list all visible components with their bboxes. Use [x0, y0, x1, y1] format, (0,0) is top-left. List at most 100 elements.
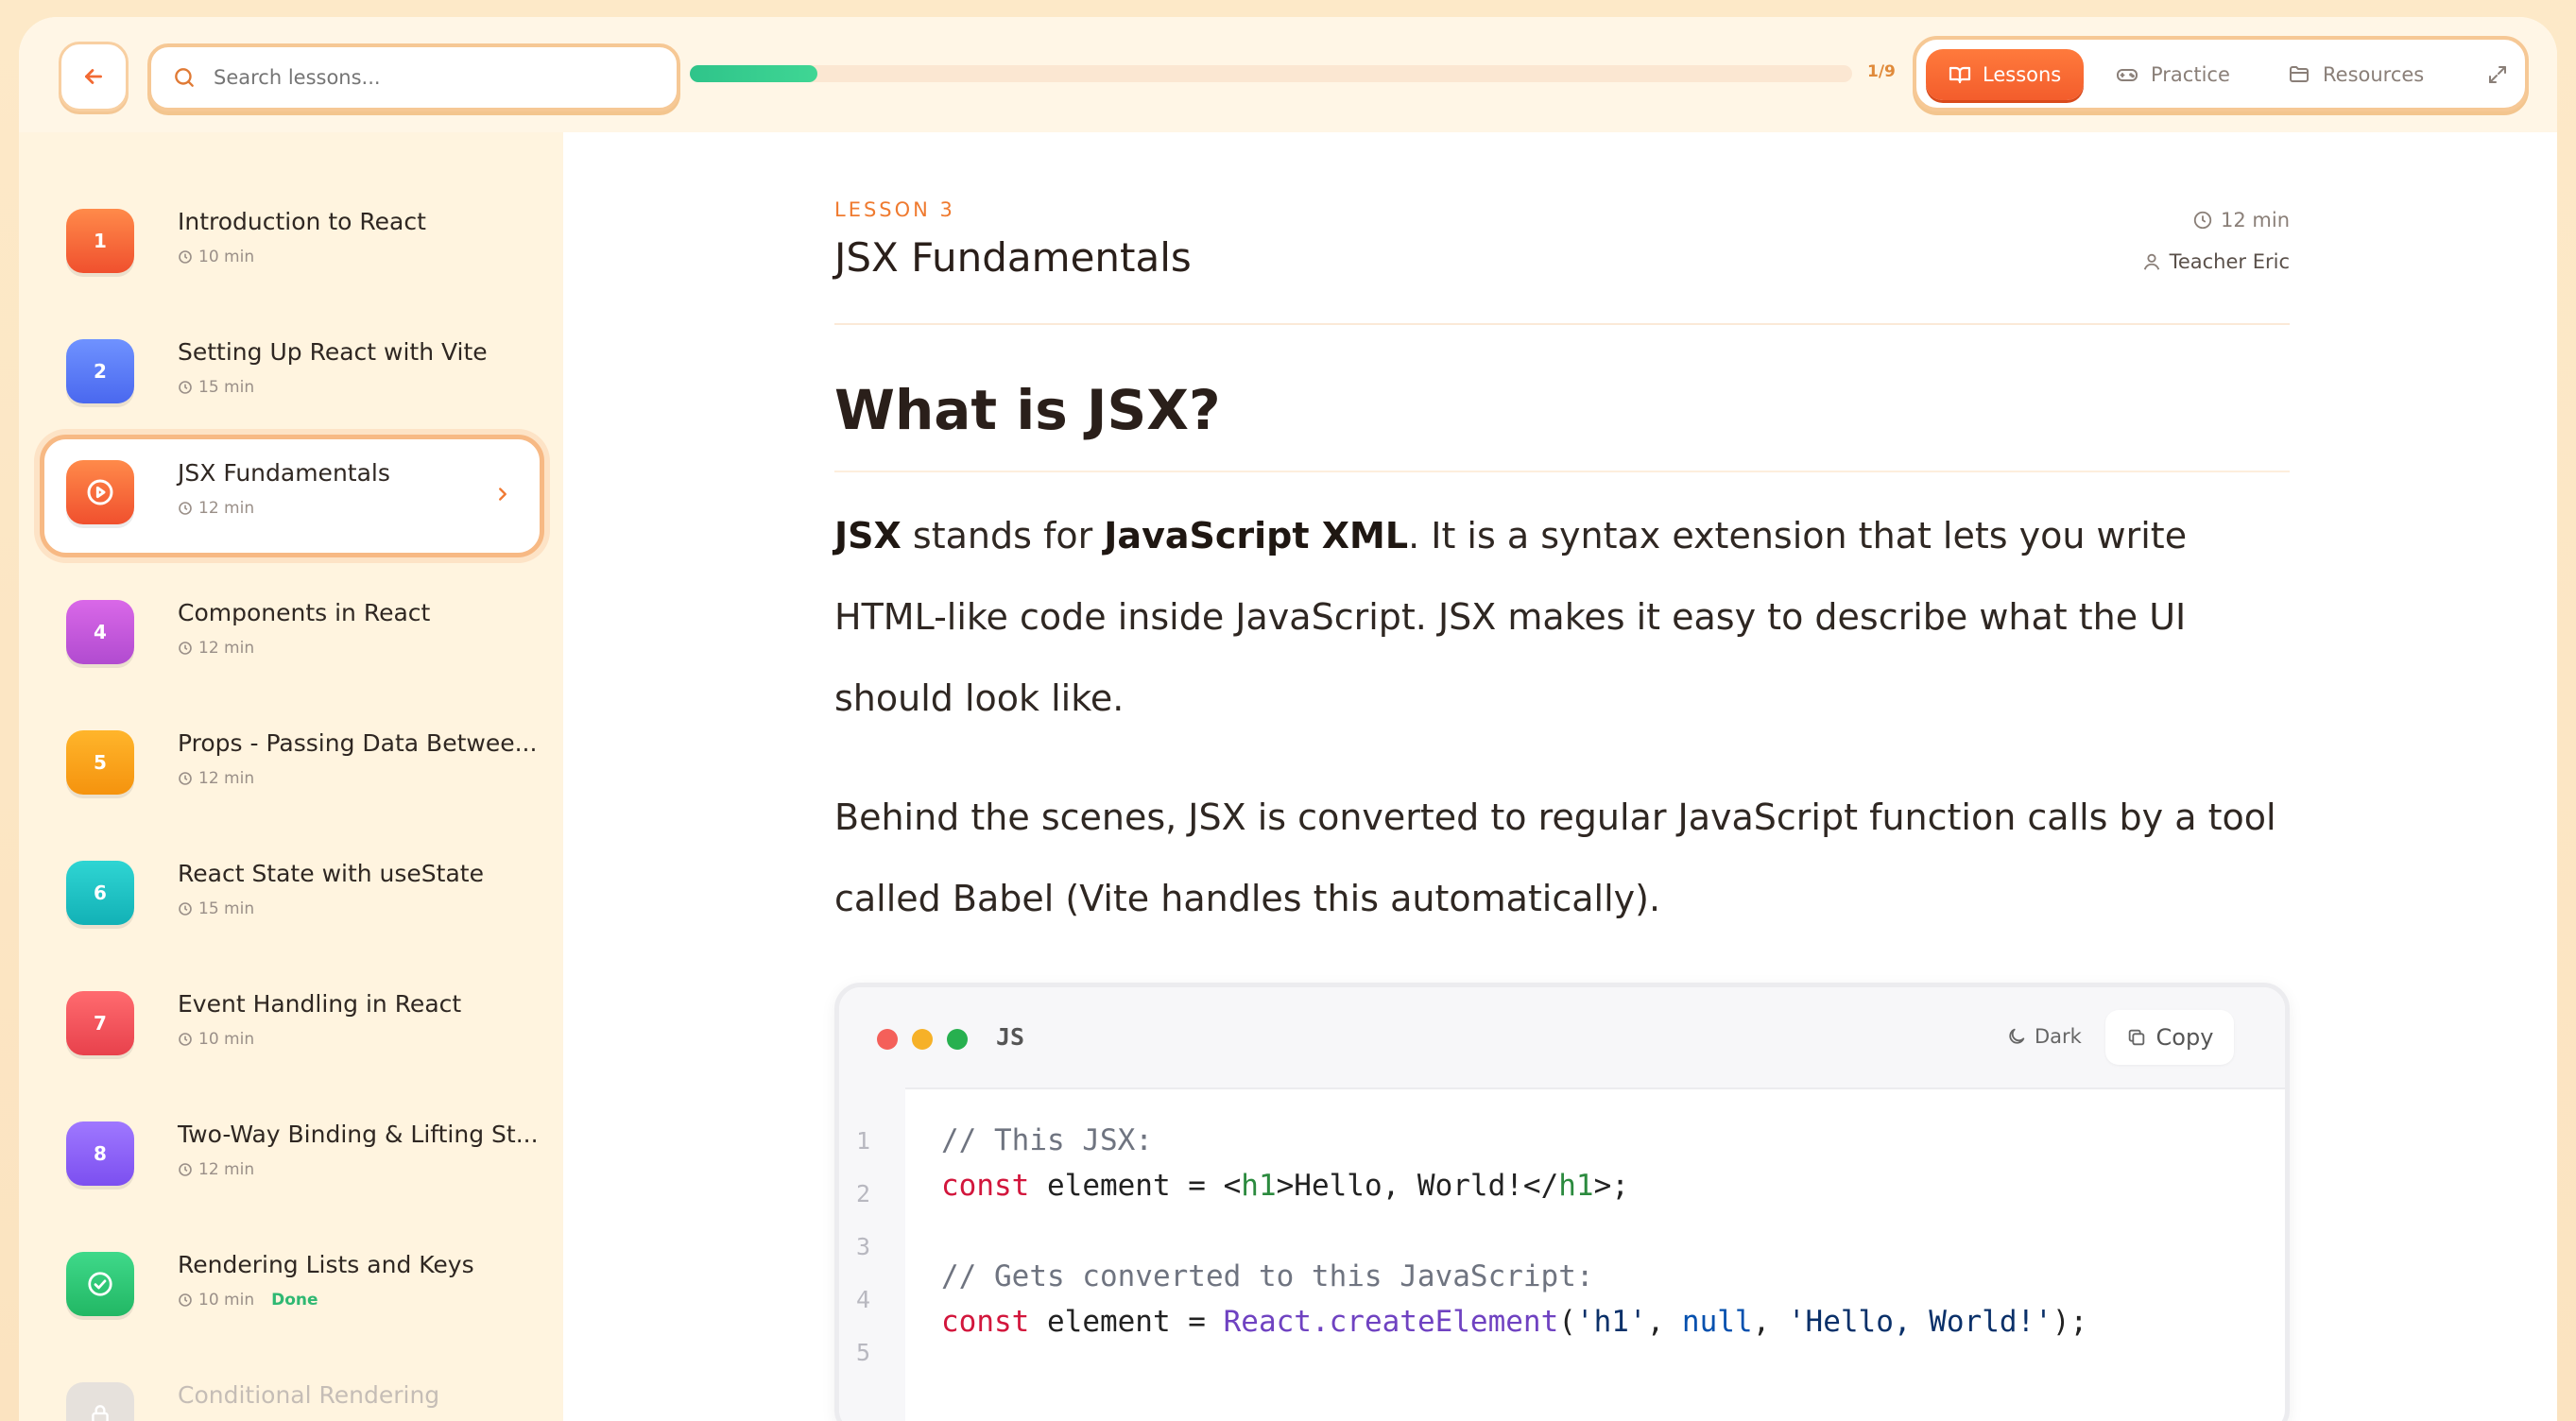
- fullscreen-button[interactable]: [2480, 57, 2516, 93]
- clock-icon: [179, 1163, 192, 1176]
- line-number: 4: [856, 1286, 871, 1313]
- moon-icon: [2009, 1028, 2025, 1044]
- check-circle-icon: [88, 1272, 112, 1296]
- expand-icon: [2489, 66, 2506, 83]
- code-line-4: // Gets converted to this JavaScript:: [941, 1259, 1594, 1293]
- lesson-title: Event Handling in React: [178, 990, 462, 1018]
- clock-icon: [179, 502, 192, 515]
- clock-icon: [179, 381, 192, 394]
- lesson-duration-text: 10 min: [198, 248, 255, 266]
- done-status-badge: Done: [271, 1291, 318, 1310]
- code-keyword: const: [941, 1305, 1030, 1339]
- divider: [834, 471, 2290, 472]
- arrow-left-icon: [85, 69, 102, 84]
- lesson-item-9-done[interactable]: Rendering Lists and Keys 10 min Done: [40, 1226, 544, 1342]
- code-text: >Hello, World!</: [1276, 1169, 1559, 1203]
- lesson-duration: 12 min: [178, 769, 254, 788]
- code-null: null: [1681, 1305, 1753, 1339]
- divider: [834, 323, 2290, 325]
- chevron-right-icon: [499, 488, 507, 501]
- lesson-item-1[interactable]: 1 Introduction to React 10 min: [40, 183, 544, 299]
- play-circle-icon: [87, 479, 113, 505]
- code-line-5: const element = React.createElement('h1'…: [941, 1305, 2087, 1339]
- lesson-item-4[interactable]: 4 Components in React 12 min: [40, 574, 544, 690]
- tab-resources-label: Resources: [2323, 63, 2425, 86]
- dark-toggle-label: Dark: [2035, 1025, 2082, 1048]
- search-input[interactable]: [212, 65, 650, 90]
- lesson-duration: 12 min: [178, 499, 254, 518]
- lesson-number-badge: 2: [66, 339, 134, 403]
- copy-label: Copy: [2155, 1024, 2214, 1051]
- lesson-duration-text: 12 min: [198, 499, 255, 518]
- lesson-meta: 12 min Teacher Eric: [2141, 206, 2290, 289]
- search-box[interactable]: [147, 43, 680, 111]
- lesson-title: Two-Way Binding & Lifting St...: [178, 1121, 539, 1148]
- lesson-item-2[interactable]: 2 Setting Up React with Vite 15 min: [40, 314, 544, 429]
- locked-badge: [66, 1382, 134, 1421]
- code-string: 'h1': [1575, 1305, 1647, 1339]
- clock-icon: [179, 250, 192, 264]
- paragraph-text: stands for: [901, 515, 1105, 556]
- code-text: >;: [1593, 1169, 1629, 1203]
- lesson-title: Rendering Lists and Keys: [178, 1251, 474, 1278]
- folder-icon: [2290, 66, 2309, 82]
- code-line-1: // This JSX:: [941, 1123, 1153, 1157]
- lesson-item-6[interactable]: 6 React State with useState 15 min: [40, 835, 544, 950]
- clock-icon: [179, 772, 192, 785]
- lesson-item-8[interactable]: 8 Two-Way Binding & Lifting St... 12 min: [40, 1096, 544, 1211]
- lesson-duration-text: 15 min: [198, 378, 255, 397]
- lesson-item-7[interactable]: 7 Event Handling in React 10 min: [40, 966, 544, 1081]
- tab-practice[interactable]: Practice: [2115, 49, 2230, 100]
- line-number: 5: [856, 1339, 871, 1366]
- code-text: (: [1558, 1305, 1576, 1339]
- lesson-item-3-active[interactable]: JSX Fundamentals 12 min: [40, 435, 544, 557]
- tab-resources[interactable]: Resources: [2287, 49, 2424, 100]
- lesson-number-badge: 4: [66, 600, 134, 664]
- teacher-meta: Teacher Eric: [2141, 248, 2290, 276]
- code-language-label: JS: [996, 1023, 1025, 1051]
- clock-icon: [179, 1293, 192, 1307]
- lesson-number-badge: 1: [66, 209, 134, 273]
- dark-theme-toggle[interactable]: Dark: [2006, 1025, 2082, 1048]
- back-button[interactable]: [59, 42, 129, 111]
- code-string: 'Hello, World!': [1787, 1305, 2052, 1339]
- app-window: 1/9 Lessons Practice Resources 1 Introdu…: [19, 17, 2557, 1421]
- gamepad-icon: [2117, 69, 2138, 81]
- copy-icon: [2128, 1029, 2144, 1046]
- lesson-duration: 12 min: [178, 639, 254, 658]
- lesson-duration: 10 min Done: [178, 1291, 318, 1310]
- line-number-gutter: 1 2 3 4 5: [839, 1087, 905, 1421]
- code-text: element =: [1029, 1305, 1224, 1339]
- lesson-duration: 15 min: [178, 899, 254, 918]
- code-line-2: const element = <h1>Hello, World!</h1>;: [941, 1169, 1629, 1203]
- lesson-duration: 12 min: [178, 1160, 254, 1179]
- course-progress-bar: [690, 65, 1852, 82]
- code-keyword: const: [941, 1169, 1030, 1203]
- tab-lessons[interactable]: Lessons: [1926, 49, 2085, 100]
- lesson-content-panel: LESSON 3 JSX Fundamentals 12 min Teacher…: [563, 132, 2557, 1421]
- lesson-duration-text: 15 min: [198, 899, 255, 918]
- lock-icon: [92, 1405, 109, 1421]
- code-function: React.createElement: [1223, 1305, 1559, 1339]
- line-number: 3: [856, 1233, 871, 1260]
- copy-code-button[interactable]: Copy: [2105, 1010, 2234, 1065]
- lesson-duration-text: 12 min: [198, 639, 255, 658]
- lesson-duration-text: 10 min: [198, 1030, 255, 1049]
- line-number: 1: [856, 1127, 871, 1155]
- lesson-title-heading: JSX Fundamentals: [834, 234, 1192, 281]
- window-dot-green: [947, 1029, 968, 1050]
- lesson-sidebar: 1 Introduction to React 10 min 2 Setting…: [19, 132, 563, 1421]
- teacher-name: Teacher Eric: [2169, 250, 2290, 273]
- view-tabs: Lessons Practice Resources: [1913, 36, 2529, 111]
- lesson-number-badge: 5: [66, 730, 134, 795]
- tab-practice-label: Practice: [2151, 63, 2230, 86]
- term-jsx: JSX: [834, 515, 902, 556]
- lesson-item-5[interactable]: 5 Props - Passing Data Betwee... 12 min: [40, 705, 544, 820]
- lesson-title: JSX Fundamentals: [178, 459, 390, 487]
- code-text: ,: [1752, 1305, 1788, 1339]
- lesson-title: Components in React: [178, 599, 431, 626]
- lesson-duration-text: 12 min: [198, 769, 255, 788]
- lesson-duration-text: 10 min: [198, 1291, 255, 1310]
- window-dot-red: [877, 1029, 898, 1050]
- code-text: );: [2052, 1305, 2088, 1339]
